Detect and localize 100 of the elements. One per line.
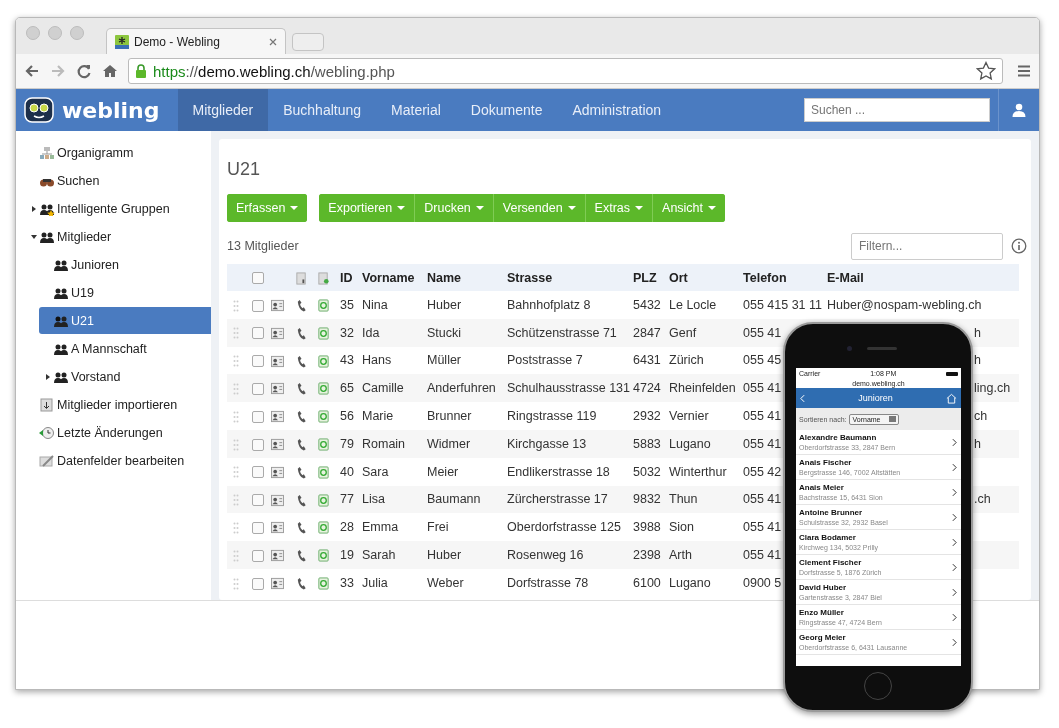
address-badge-icon[interactable]	[317, 493, 330, 507]
filter-field[interactable]: Filtern...	[851, 232, 1003, 260]
contact-card-icon[interactable]	[271, 549, 284, 563]
drag-handle-icon[interactable]	[233, 410, 239, 423]
nav-tab[interactable]: Dokumente	[455, 89, 558, 131]
sidebar-item[interactable]: Suchen	[25, 167, 201, 194]
column-header[interactable]: E-Mail	[827, 270, 864, 285]
address-badge-icon[interactable]	[317, 326, 330, 340]
drag-handle-icon[interactable]	[233, 549, 239, 562]
row-checkbox[interactable]	[252, 494, 264, 507]
column-header[interactable]: Ort	[669, 270, 688, 285]
contact-card-icon[interactable]	[271, 299, 284, 312]
phone-icon[interactable]	[295, 493, 308, 507]
phone-icon[interactable]	[295, 465, 308, 479]
drag-handle-icon[interactable]	[233, 327, 239, 340]
address-badge-icon[interactable]	[317, 410, 330, 424]
address-badge-icon[interactable]	[317, 521, 330, 535]
row-checkbox[interactable]	[252, 521, 264, 534]
row-checkbox[interactable]	[252, 410, 264, 423]
drag-handle-icon[interactable]	[233, 466, 239, 479]
column-header[interactable]: PLZ	[633, 270, 657, 285]
row-checkbox[interactable]	[252, 466, 264, 479]
select-all-checkbox[interactable]	[252, 272, 264, 285]
phone-icon[interactable]	[295, 438, 308, 451]
window-control-icon[interactable]	[48, 26, 62, 40]
expander-icon[interactable]	[45, 373, 51, 380]
column-header[interactable]: Name	[427, 270, 462, 285]
column-header[interactable]: Vorname	[362, 270, 415, 285]
home-icon[interactable]	[946, 392, 957, 404]
forward-icon[interactable]	[50, 63, 66, 79]
sidebar-item[interactable]: U19	[39, 279, 215, 306]
row-checkbox[interactable]	[252, 549, 264, 562]
contact-card-icon[interactable]	[271, 354, 284, 368]
phone-icon[interactable]	[295, 549, 308, 563]
phone-icon[interactable]	[295, 576, 308, 590]
info-icon[interactable]	[1011, 238, 1027, 254]
contact-card-icon[interactable]	[271, 493, 284, 507]
row-checkbox[interactable]	[252, 327, 264, 340]
home-icon[interactable]	[102, 63, 118, 79]
row-checkbox[interactable]	[252, 577, 264, 590]
contact-card-icon[interactable]	[271, 465, 284, 479]
drag-handle-icon[interactable]	[233, 577, 239, 590]
address-badge-icon[interactable]	[317, 576, 330, 590]
row-checkbox[interactable]	[252, 383, 264, 395]
drag-handle-icon[interactable]	[233, 299, 239, 312]
address-badge-icon[interactable]	[317, 382, 330, 396]
address-badge-icon[interactable]	[317, 438, 330, 451]
sidebar-item[interactable]: Datenfelder bearbeiten	[25, 447, 201, 474]
search-field[interactable]: Suchen ...	[804, 98, 990, 122]
nav-tab[interactable]: Administration	[557, 89, 677, 131]
nav-tab[interactable]: Buchhaltung	[268, 89, 377, 131]
row-checkbox[interactable]	[252, 299, 264, 312]
contact-card-icon[interactable]	[271, 410, 284, 424]
column-header[interactable]: Strasse	[507, 270, 553, 285]
phone-icon[interactable]	[295, 521, 308, 535]
contact-card-icon[interactable]	[271, 438, 284, 451]
drag-handle-icon[interactable]	[233, 355, 239, 368]
drag-handle-icon[interactable]	[233, 383, 239, 395]
address-badge-icon[interactable]	[317, 299, 330, 312]
sidebar-item[interactable]: Intelligente Gruppen	[25, 195, 201, 222]
address-badge-icon[interactable]	[317, 354, 330, 368]
contact-card-icon[interactable]	[271, 521, 284, 535]
sidebar-item[interactable]: A Mannschaft	[39, 335, 215, 362]
close-icon[interactable]	[269, 37, 277, 46]
column-header[interactable]: Telefon	[743, 270, 787, 285]
sidebar-item[interactable]: Vorstand	[39, 363, 215, 390]
window-control-icon[interactable]	[26, 26, 40, 40]
column-header[interactable]: ID	[340, 270, 353, 285]
row-checkbox[interactable]	[252, 438, 264, 451]
phone-icon[interactable]	[295, 382, 308, 396]
drag-handle-icon[interactable]	[233, 521, 239, 534]
sidebar-item[interactable]: Organigramm	[25, 139, 201, 166]
sidebar-item[interactable]: Junioren	[39, 251, 215, 278]
reload-icon[interactable]	[76, 63, 92, 79]
browser-tab[interactable]: Demo - Webling	[106, 28, 286, 54]
nav-tab[interactable]: Material	[376, 89, 456, 131]
nav-tab[interactable]: Mitglieder	[177, 89, 269, 131]
sidebar-item[interactable]: Letzte Änderungen	[25, 419, 201, 446]
contact-card-icon[interactable]	[271, 382, 284, 396]
contact-card-icon[interactable]	[271, 576, 284, 590]
phone-icon[interactable]	[295, 354, 308, 368]
bookmark-star-icon[interactable]	[976, 61, 996, 81]
menu-icon[interactable]	[1017, 64, 1031, 78]
expander-icon[interactable]	[31, 233, 37, 240]
drag-handle-icon[interactable]	[233, 438, 239, 451]
back-icon[interactable]	[24, 63, 40, 79]
window-control-icon[interactable]	[70, 26, 84, 40]
address-badge-icon[interactable]	[317, 465, 330, 479]
phone-icon[interactable]	[295, 326, 308, 340]
new-tab-button[interactable]	[292, 33, 324, 51]
phone-icon[interactable]	[295, 299, 308, 312]
contact-card-icon[interactable]	[271, 326, 284, 340]
address-field[interactable]: https://demo.webling.ch/webling.php	[128, 58, 1003, 84]
drag-handle-icon[interactable]	[233, 494, 239, 507]
sidebar-item[interactable]: Mitglieder	[25, 223, 201, 250]
expander-icon[interactable]	[31, 205, 37, 212]
sidebar-item[interactable]: Mitglieder importieren	[25, 391, 201, 418]
row-checkbox[interactable]	[252, 355, 264, 368]
phone-icon[interactable]	[295, 410, 308, 424]
address-badge-icon[interactable]	[317, 549, 330, 563]
